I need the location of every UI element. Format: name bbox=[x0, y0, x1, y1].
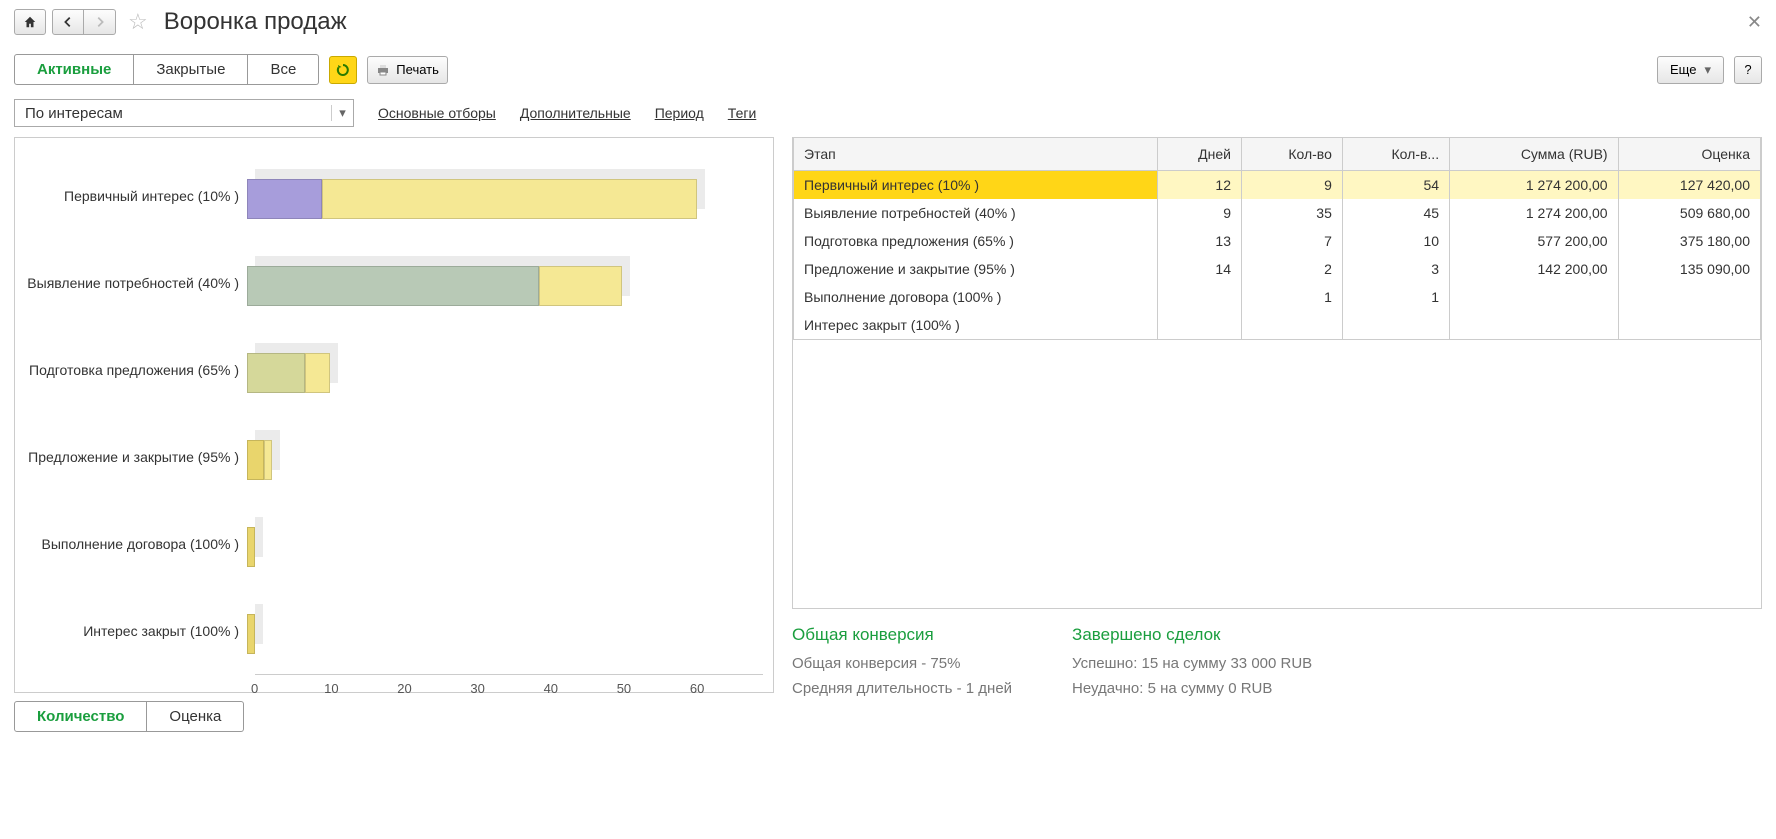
axis-tick: 40 bbox=[544, 681, 617, 696]
table-row[interactable]: Выполнение договора (100% )11 bbox=[794, 283, 1761, 311]
stages-table: ЭтапДнейКол-воКол-в...Сумма (RUB)Оценка … bbox=[793, 137, 1761, 340]
bar-segment[interactable] bbox=[264, 440, 272, 480]
chart-category-label: Выполнение договора (100% ) bbox=[25, 536, 247, 552]
forward-button[interactable] bbox=[84, 9, 116, 35]
chart-category-label: Предложение и закрытие (95% ) bbox=[25, 449, 247, 465]
table-row[interactable]: Подготовка предложения (65% )13710577 20… bbox=[794, 227, 1761, 255]
table-row[interactable]: Предложение и закрытие (95% )1423142 200… bbox=[794, 255, 1761, 283]
home-button[interactable] bbox=[14, 9, 46, 35]
tab-active[interactable]: Активные bbox=[14, 54, 134, 85]
table-row[interactable]: Выявление потребностей (40% )935451 274 … bbox=[794, 199, 1761, 227]
column-header[interactable]: Этап bbox=[794, 138, 1158, 171]
axis-tick: 0 bbox=[251, 681, 324, 696]
conversion-rate: Общая конверсия - 75% bbox=[792, 655, 1012, 672]
grouping-dropdown[interactable]: По интересам ▾ bbox=[14, 99, 354, 127]
column-header[interactable]: Сумма (RUB) bbox=[1450, 138, 1618, 171]
bar-segment[interactable] bbox=[305, 353, 330, 393]
bar-segment[interactable] bbox=[247, 440, 264, 480]
tab-quantity[interactable]: Количество bbox=[14, 701, 147, 732]
bar-segment[interactable] bbox=[247, 353, 305, 393]
bar-segment[interactable] bbox=[247, 266, 539, 306]
deals-fail: Неудачно: 5 на сумму 0 RUB bbox=[1072, 680, 1312, 697]
chart-category-label: Выявление потребностей (40% ) bbox=[25, 275, 247, 291]
axis-tick: 20 bbox=[397, 681, 470, 696]
tab-score[interactable]: Оценка bbox=[147, 701, 244, 732]
help-button[interactable]: ? bbox=[1734, 56, 1762, 84]
column-header[interactable]: Кол-во bbox=[1241, 138, 1342, 171]
tab-all[interactable]: Все bbox=[248, 54, 319, 85]
column-header[interactable]: Оценка bbox=[1618, 138, 1760, 171]
column-header[interactable]: Дней bbox=[1157, 138, 1241, 171]
close-icon[interactable]: ✕ bbox=[1747, 12, 1762, 33]
bar-segment[interactable] bbox=[247, 179, 322, 219]
chart-category-label: Подготовка предложения (65% ) bbox=[25, 362, 247, 378]
bar-segment[interactable] bbox=[539, 266, 622, 306]
funnel-chart: Первичный интерес (10% ) Выявление потреб… bbox=[14, 137, 774, 693]
favorite-icon[interactable]: ☆ bbox=[128, 9, 148, 35]
table-row[interactable]: Интерес закрыт (100% ) bbox=[794, 311, 1761, 340]
bar-segment[interactable] bbox=[247, 527, 255, 567]
page-title: Воронка продаж bbox=[164, 8, 347, 36]
chart-category-label: Первичный интерес (10% ) bbox=[25, 188, 247, 204]
conversion-title: Общая конверсия bbox=[792, 625, 1012, 645]
axis-tick: 60 bbox=[690, 681, 763, 696]
print-button[interactable]: Печать bbox=[367, 56, 448, 84]
back-button[interactable] bbox=[52, 9, 84, 35]
column-header[interactable]: Кол-в... bbox=[1342, 138, 1449, 171]
more-button[interactable]: Еще ▾ bbox=[1657, 56, 1724, 84]
table-row[interactable]: Первичный интерес (10% )129541 274 200,0… bbox=[794, 171, 1761, 200]
tab-closed[interactable]: Закрытые bbox=[134, 54, 248, 85]
refresh-button[interactable] bbox=[329, 56, 357, 84]
axis-tick: 50 bbox=[617, 681, 690, 696]
filter-additional[interactable]: Дополнительные bbox=[520, 105, 631, 121]
filter-main[interactable]: Основные отборы bbox=[378, 105, 496, 121]
chart-category-label: Интерес закрыт (100% ) bbox=[25, 623, 247, 639]
chevron-down-icon: ▾ bbox=[331, 105, 353, 121]
status-tabs: Активные Закрытые Все bbox=[14, 54, 319, 85]
bar-segment[interactable] bbox=[247, 614, 255, 654]
axis-tick: 10 bbox=[324, 681, 397, 696]
filter-period[interactable]: Период bbox=[655, 105, 704, 121]
axis-tick: 30 bbox=[470, 681, 543, 696]
avg-duration: Средняя длительность - 1 дней bbox=[792, 680, 1012, 697]
deals-success: Успешно: 15 на сумму 33 000 RUB bbox=[1072, 655, 1312, 672]
bar-segment[interactable] bbox=[322, 179, 697, 219]
filter-tags[interactable]: Теги bbox=[728, 105, 756, 121]
deals-title: Завершено сделок bbox=[1072, 625, 1312, 645]
